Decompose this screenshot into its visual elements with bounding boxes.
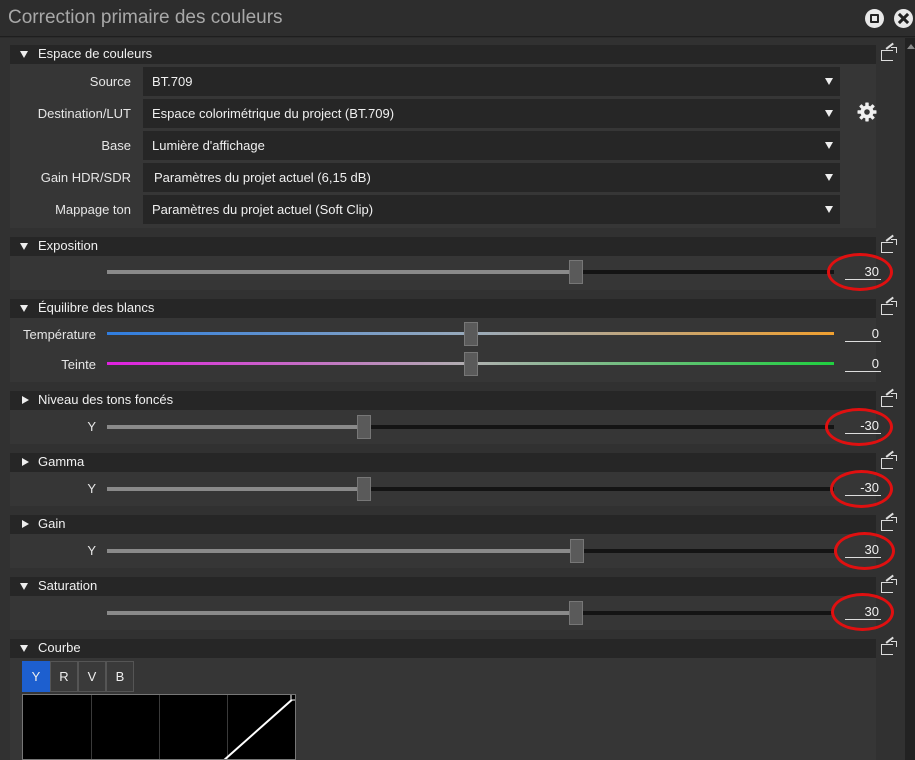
expand-icon[interactable]: [22, 520, 29, 528]
section-curve[interactable]: Courbe: [10, 639, 876, 658]
tab-b[interactable]: B: [106, 661, 134, 692]
shadows-channel-label: Y: [87, 419, 96, 434]
temperature-value[interactable]: 0: [845, 326, 881, 342]
section-title: Exposition: [38, 238, 98, 253]
slider-fill: [107, 425, 364, 429]
collapse-icon[interactable]: [20, 583, 28, 590]
slider-fill: [107, 270, 576, 274]
destination-value: Espace colorimétrique du project (BT.709…: [152, 106, 395, 121]
source-value: BT.709: [152, 74, 193, 89]
highlight-ellipse: [827, 253, 893, 291]
slider-fill: [107, 549, 578, 553]
gear-icon[interactable]: [857, 102, 877, 122]
exposure-slider[interactable]: [107, 260, 834, 284]
expand-icon[interactable]: [22, 458, 29, 466]
close-icon[interactable]: [894, 9, 913, 28]
section-title: Gamma: [38, 454, 85, 469]
gain-channel-label: Y: [87, 543, 96, 558]
window-title: Correction primaire des couleurs: [8, 7, 283, 28]
tint-value[interactable]: 0: [845, 356, 881, 372]
restore-icon[interactable]: [865, 9, 884, 28]
export-icon[interactable]: [881, 239, 897, 253]
tone-mapping-value: Paramètres du projet actuel (Soft Clip): [152, 202, 374, 217]
slider-handle[interactable]: [356, 477, 371, 501]
section-title: Saturation: [38, 578, 98, 593]
temperature-label: Température: [23, 327, 96, 342]
tab-v[interactable]: V: [78, 661, 106, 692]
highlight-ellipse: [830, 470, 893, 508]
source-label: Source: [89, 74, 131, 89]
slider-handle[interactable]: [568, 260, 583, 284]
section-title: Niveau des tons foncés: [38, 392, 174, 407]
curve-editor[interactable]: [22, 694, 296, 760]
base-value: Lumière d'affichage: [152, 138, 265, 153]
section-gain[interactable]: Gain: [10, 515, 876, 534]
section-saturation[interactable]: Saturation: [10, 577, 876, 596]
tone-mapping-label: Mappage ton: [55, 202, 131, 217]
section-title: Espace de couleurs: [38, 46, 153, 61]
source-dropdown[interactable]: BT.709: [143, 67, 840, 96]
section-title: Gain: [38, 516, 66, 531]
highlight-ellipse: [831, 593, 894, 631]
slider-fill: [107, 487, 364, 491]
chevron-down-icon: [825, 78, 833, 85]
section-white-balance[interactable]: Équilibre des blancs: [10, 299, 876, 318]
tint-slider[interactable]: [107, 352, 834, 376]
section-title: Courbe: [38, 640, 81, 655]
temperature-slider[interactable]: [107, 322, 834, 346]
section-title: Équilibre des blancs: [38, 300, 155, 315]
export-icon[interactable]: [881, 301, 897, 315]
export-icon[interactable]: [881, 641, 897, 655]
export-icon[interactable]: [881, 579, 897, 593]
title-bar: Correction primaire des couleurs: [0, 0, 915, 37]
tab-r[interactable]: R: [50, 661, 78, 692]
hdr-gain-label: Gain HDR/SDR: [40, 170, 131, 185]
collapse-icon[interactable]: [20, 305, 28, 312]
gamma-channel-label: Y: [87, 481, 96, 496]
chevron-down-icon: [825, 206, 833, 213]
hdr-gain-dropdown[interactable]: Paramètres du projet actuel (6,15 dB): [143, 163, 840, 192]
chevron-down-icon: [825, 142, 833, 149]
shadows-slider[interactable]: [107, 415, 834, 439]
slider-handle[interactable]: [463, 322, 478, 346]
section-shadows[interactable]: Niveau des tons foncés: [10, 391, 876, 410]
section-color-space[interactable]: Espace de couleurs: [10, 45, 876, 64]
chevron-down-icon: [825, 110, 833, 117]
scrollbar[interactable]: [905, 38, 915, 760]
destination-dropdown[interactable]: Espace colorimétrique du project (BT.709…: [143, 99, 840, 128]
saturation-slider[interactable]: [107, 601, 834, 625]
white-balance-body: [10, 318, 876, 382]
tab-y[interactable]: Y: [22, 661, 50, 692]
tone-mapping-dropdown[interactable]: Paramètres du projet actuel (Soft Clip): [143, 195, 840, 224]
highlight-ellipse: [834, 532, 895, 570]
collapse-icon[interactable]: [20, 645, 28, 652]
highlight-ellipse: [825, 408, 893, 446]
export-icon[interactable]: [881, 393, 897, 407]
export-icon[interactable]: [881, 517, 897, 531]
slider-handle[interactable]: [463, 352, 478, 376]
gamma-slider[interactable]: [107, 477, 834, 501]
curve-line: [223, 695, 295, 759]
collapse-icon[interactable]: [20, 51, 28, 58]
section-exposure[interactable]: Exposition: [10, 237, 876, 256]
expand-icon[interactable]: [22, 396, 29, 404]
export-icon[interactable]: [881, 47, 897, 61]
chevron-down-icon: [825, 174, 833, 181]
scroll-up-icon[interactable]: [907, 44, 915, 49]
destination-label: Destination/LUT: [37, 106, 131, 121]
export-icon[interactable]: [881, 455, 897, 469]
collapse-icon[interactable]: [20, 243, 28, 250]
section-gamma[interactable]: Gamma: [10, 453, 876, 472]
tint-label: Teinte: [61, 357, 96, 372]
base-label: Base: [101, 138, 131, 153]
gain-slider[interactable]: [107, 539, 834, 563]
base-dropdown[interactable]: Lumière d'affichage: [143, 131, 840, 160]
slider-fill: [107, 611, 576, 615]
hdr-gain-value: Paramètres du projet actuel (6,15 dB): [154, 170, 371, 185]
slider-handle[interactable]: [570, 539, 585, 563]
slider-handle[interactable]: [356, 415, 371, 439]
slider-handle[interactable]: [568, 601, 583, 625]
